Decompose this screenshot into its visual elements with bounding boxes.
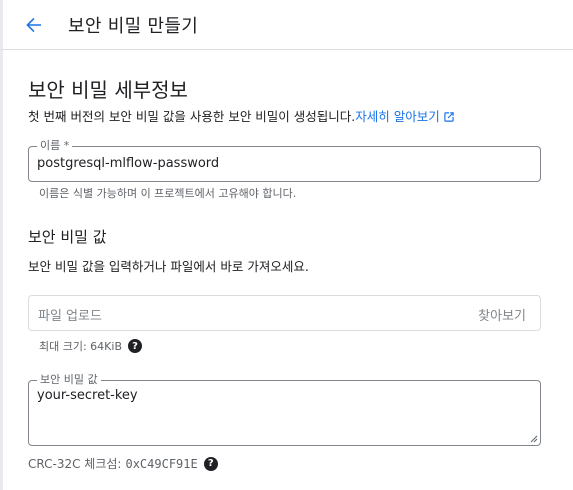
external-link-icon [444, 112, 454, 122]
browse-button[interactable]: 찾아보기 [478, 305, 526, 324]
secret-value-label: 보안 비밀 값 [37, 373, 101, 387]
learn-more-link[interactable]: 자세히 알아보기 [355, 109, 454, 124]
help-icon[interactable]: ? [128, 339, 142, 353]
checksum-row: CRC-32C 체크섬: 0xC49CF91E ? [28, 455, 218, 472]
secret-value-text: your-secret-key [37, 388, 138, 403]
secret-value-field[interactable]: 보안 비밀 값 your-secret-key [28, 373, 541, 446]
file-upload-field[interactable]: 파일 업로드 찾아보기 [28, 295, 541, 331]
details-description-text: 첫 번째 버전의 보안 비밀 값을 사용한 보안 비밀이 생성됩니다. [28, 109, 356, 124]
name-field-label: 이름 * [37, 139, 73, 153]
page-header: 보안 비밀 만들기 [0, 0, 573, 50]
details-title: 보안 비밀 세부정보 [28, 78, 188, 102]
learn-more-label: 자세히 알아보기 [355, 109, 440, 124]
max-size-note: 최대 크기: 64KiB ? [39, 338, 142, 354]
resize-handle-icon[interactable] [530, 435, 538, 443]
checksum-value: 0xC49CF91E [125, 456, 198, 471]
name-field[interactable]: 이름 * postgresql-mlflow-password [28, 139, 541, 182]
upload-placeholder: 파일 업로드 [38, 309, 102, 324]
name-hint: 이름은 식별 가능하며 이 프로젝트에서 고유해야 합니다. [39, 187, 297, 200]
checksum-help-icon[interactable]: ? [203, 456, 218, 471]
checksum-label: CRC-32C 체크섬: [28, 457, 122, 471]
page-title: 보안 비밀 만들기 [68, 15, 199, 37]
details-description: 첫 번째 버전의 보안 비밀 값을 사용한 보안 비밀이 생성됩니다.자세히 알… [28, 106, 455, 125]
secret-value-title: 보안 비밀 값 [28, 228, 107, 246]
secret-value-description: 보안 비밀 값을 입력하거나 파일에서 바로 가져오세요. [28, 259, 309, 274]
main-content: 보안 비밀 세부정보 첫 번째 버전의 보안 비밀 값을 사용한 보안 비밀이 … [0, 50, 573, 490]
back-button[interactable] [14, 5, 54, 45]
max-size-text: 최대 크기: 64KiB [39, 340, 122, 353]
name-field-value: postgresql-mlflow-password [37, 156, 220, 171]
arrow-left-icon [26, 17, 41, 32]
